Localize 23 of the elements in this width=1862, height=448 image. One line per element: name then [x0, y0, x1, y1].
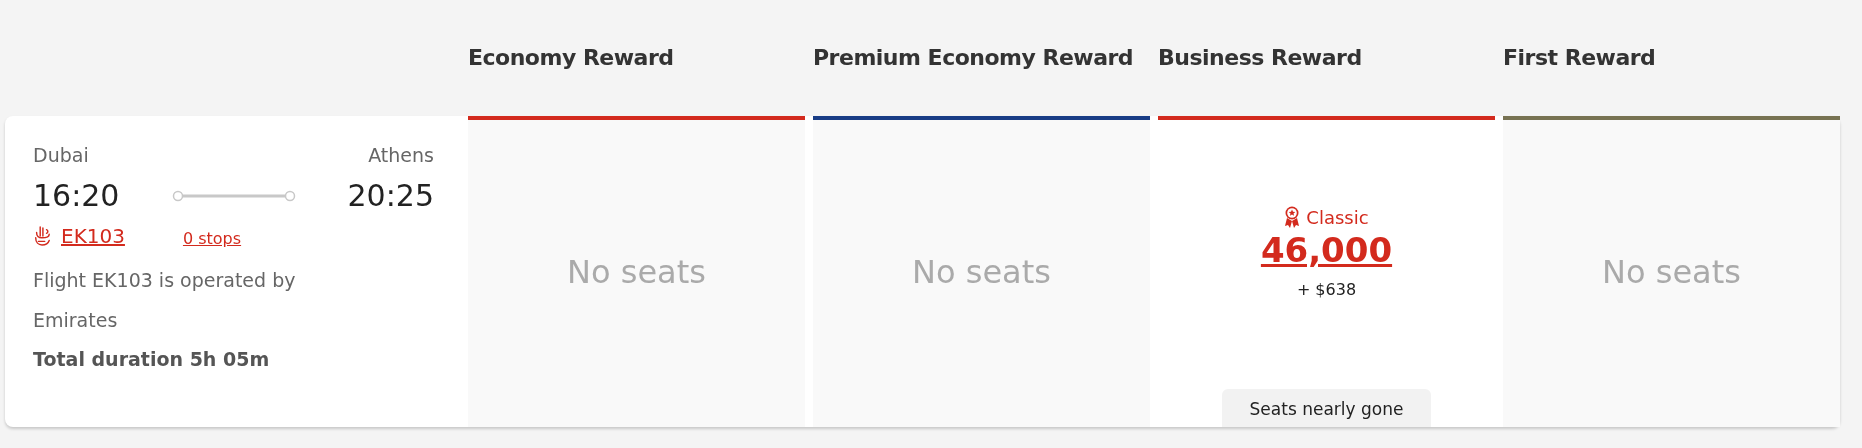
column-heading: Business Reward: [1158, 44, 1362, 72]
availability-badge: Seats nearly gone: [1221, 389, 1432, 427]
stops-link[interactable]: 0 stops: [182, 229, 242, 248]
departure-time: 16:20: [33, 178, 120, 213]
award-type-label: Classic: [1306, 206, 1369, 228]
arrival-time: 20:25: [347, 178, 434, 213]
calligraphy-icon: [33, 224, 51, 247]
destination-city: Athens: [368, 144, 434, 166]
column-heading: Premium Economy Reward: [813, 44, 1134, 72]
route-line-icon: [171, 189, 296, 202]
no-seats-label: No seats: [567, 252, 706, 291]
column-heading: Economy Reward: [468, 44, 674, 72]
origin-city: Dubai: [33, 144, 89, 166]
no-seats-label: No seats: [912, 252, 1051, 291]
flight-number-link[interactable]: EK103: [61, 223, 125, 248]
column-heading: First Reward: [1503, 44, 1656, 72]
award-ribbon-icon: [1284, 206, 1301, 228]
points-link[interactable]: 46,000: [1260, 230, 1393, 270]
fee-amount: + $638: [1296, 280, 1357, 299]
no-seats-label: No seats: [1602, 252, 1741, 291]
operator-note: Flight EK103 is operated by Emirates: [33, 268, 297, 333]
total-duration: Total duration 5h 05m: [33, 348, 271, 370]
fare-panel[interactable]: Classic 46,000 + $638 Seats nearly gone: [1158, 116, 1495, 427]
